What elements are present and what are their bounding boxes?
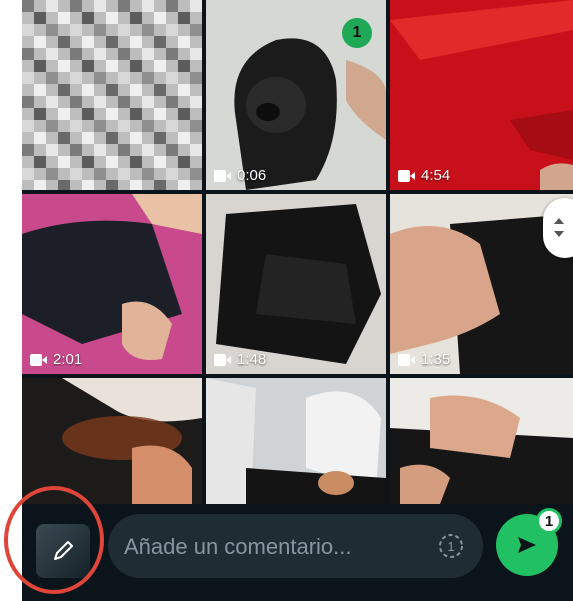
media-tile[interactable] [390,378,573,504]
pixelated-thumbnail [22,0,202,190]
video-camera-icon [214,169,231,182]
fast-scroll-handle[interactable] [543,198,573,258]
video-thumbnail [22,194,202,374]
video-duration: 1:35 [398,351,450,368]
duration-label: 1:35 [421,351,451,368]
selection-count-badge: 1 [342,18,372,48]
annotation-circle [4,486,104,594]
video-duration: 0:06 [214,167,266,184]
send-icon [518,537,536,553]
video-duration: 4:54 [398,167,450,184]
view-once-icon[interactable]: 1 [437,532,465,560]
video-thumbnail [206,378,386,504]
video-camera-icon [30,353,47,366]
video-camera-icon [214,353,231,366]
video-thumbnail [206,194,386,374]
video-thumbnail [22,378,202,504]
duration-label: 1:48 [237,351,267,368]
duration-label: 2:01 [53,351,83,368]
composer-bar: Añade un comentario... 1 1 [22,504,573,601]
send-count-badge: 1 [536,508,562,534]
video-thumbnail [390,378,573,504]
media-tile[interactable]: 4:54 [390,0,573,190]
media-picker-screen: 1 0:06 4:54 2:01 1:48 1:35 Añade un come… [22,0,573,601]
media-tile[interactable]: 1:48 [206,194,386,374]
svg-text:1: 1 [447,539,454,554]
media-tile-selected[interactable]: 1 0:06 [206,0,386,190]
duration-label: 4:54 [421,167,451,184]
video-duration: 2:01 [30,351,82,368]
chevron-up-icon [554,218,564,224]
comment-input[interactable]: Añade un comentario... 1 [108,514,483,578]
video-duration: 1:48 [214,351,266,368]
chevron-down-icon [554,231,564,237]
media-tile[interactable] [22,0,202,190]
media-grid: 1 0:06 4:54 2:01 1:48 1:35 [22,0,573,504]
comment-placeholder: Añade un comentario... [124,534,352,559]
media-tile[interactable]: 2:01 [22,194,202,374]
duration-label: 0:06 [237,167,267,184]
media-tile[interactable] [206,378,386,504]
video-camera-icon [398,169,415,182]
media-tile[interactable] [22,378,202,504]
video-camera-icon [398,353,415,366]
video-thumbnail [390,0,573,190]
